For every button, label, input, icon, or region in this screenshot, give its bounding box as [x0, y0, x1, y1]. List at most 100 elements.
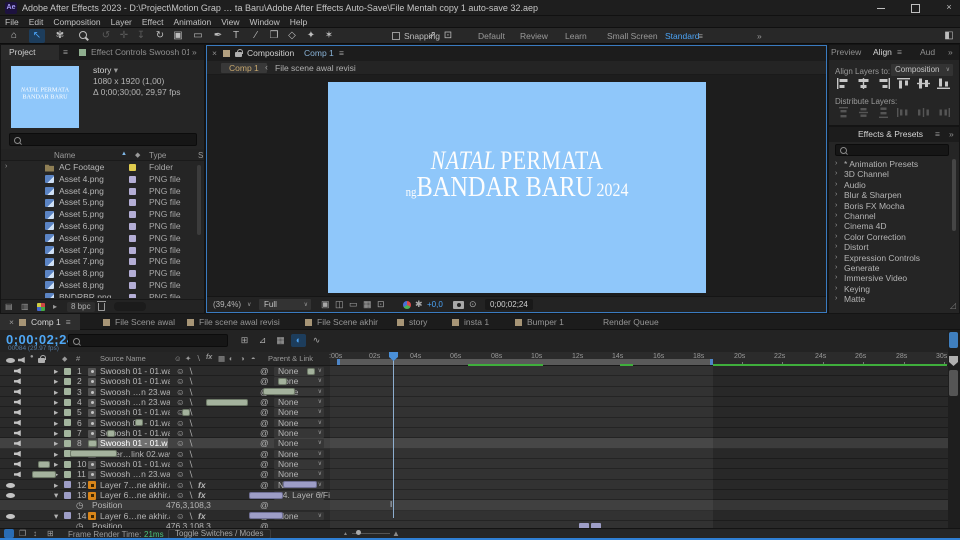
label-color-swatch[interactable]	[64, 429, 71, 437]
layer-duration-bar[interactable]	[70, 450, 117, 458]
property-row[interactable]: ◷ Position 476,3,108,3 @ I	[0, 521, 948, 528]
timeline-tab[interactable]: ×insta 1≡	[452, 314, 489, 330]
layer-row[interactable]: 6 Swoosh 01 - 01.wav ☺ ∖ fx @ None∨ ◷ @ …	[0, 417, 948, 429]
distribute-right-icon[interactable]	[937, 107, 952, 120]
effect-category-row[interactable]: › Keying	[829, 284, 951, 294]
effect-category-label[interactable]: Distort	[844, 242, 869, 252]
expand-icon[interactable]: ›	[835, 243, 837, 250]
property-value[interactable]: 476,3,108,3	[166, 500, 211, 510]
column-header-name[interactable]: Name	[54, 151, 75, 160]
layer-name[interactable]: Swoosh 01 - 01.wav	[100, 366, 170, 376]
project-file-row[interactable]: › Asset 6.png PNG file	[1, 221, 204, 233]
layer-duration-bar[interactable]	[38, 460, 50, 468]
label-color-swatch[interactable]	[129, 164, 136, 171]
layer-name[interactable]: Swoosh …n 23.wav	[100, 397, 170, 407]
distribute-top-icon[interactable]	[837, 107, 852, 120]
parent-select[interactable]: None∨	[274, 469, 324, 479]
effect-category-row[interactable]: › Boris FX Mocha	[829, 201, 951, 211]
audio-on-icon[interactable]	[14, 388, 21, 395]
project-file-row[interactable]: › Asset 4.png PNG file	[1, 174, 204, 186]
distribute-vertical-center-icon[interactable]	[857, 107, 872, 120]
workspace-tab[interactable]: Small Screen	[607, 31, 658, 41]
motion-blur-icon[interactable]: ◐	[291, 334, 306, 347]
effects-switch-icon[interactable]: fx	[198, 511, 206, 521]
effects-switch-icon[interactable]: fx	[198, 480, 206, 490]
timeline-tab[interactable]: ×story≡	[397, 314, 427, 330]
expand-chevron-icon[interactable]	[54, 480, 58, 490]
effect-category-row[interactable]: › 3D Channel	[829, 169, 951, 179]
workspace-tab[interactable]: Review	[520, 31, 548, 41]
panel-menu-icon[interactable]: ≡	[935, 129, 940, 139]
layer-duration-bar[interactable]	[88, 439, 97, 447]
parent-select[interactable]: None∨	[274, 449, 324, 459]
pick-whip-icon[interactable]: @	[260, 428, 269, 438]
composition-mini-icon[interactable]	[4, 529, 14, 538]
layer-name[interactable]: Swoosh 01 - 01.wav	[100, 407, 170, 417]
pick-whip-icon[interactable]: @	[260, 459, 269, 469]
transparency-grid-icon[interactable]: ▦	[363, 299, 372, 310]
layer-row[interactable]: 1 Swoosh 01 - 01.wav ☺ ∖ fx @ None∨ ◷ @ …	[0, 366, 948, 377]
layer-name[interactable]: Swoosh …n 23.wav	[100, 469, 170, 479]
align-center-vertical-icon[interactable]	[917, 78, 932, 91]
shy-switch-icon[interactable]: ☺	[176, 490, 185, 500]
project-file-row[interactable]: › Asset 5.png PNG file	[1, 197, 204, 209]
project-search-input[interactable]	[9, 133, 197, 146]
composition-viewer[interactable]: NATAL PERMATA ngBANDAR BARU 2024	[207, 75, 826, 297]
shy-switch-icon[interactable]: ☺	[176, 366, 185, 376]
effect-category-label[interactable]: Blur & Sharpen	[844, 190, 902, 200]
video-visibility-icon[interactable]	[6, 482, 15, 488]
draft-3d-icon[interactable]: ⊿	[255, 334, 270, 347]
motion-blur-column-icon[interactable]: ◐	[229, 354, 234, 363]
label-color-swatch[interactable]	[64, 512, 71, 520]
vertical-scrollbar-thumb[interactable]	[949, 332, 958, 348]
layer-row[interactable]: 7 Swoosh 01 - 01.wav ☺ ∖ fx @ None∨ ◷ @ …	[0, 428, 948, 439]
property-label[interactable]: Position	[92, 500, 122, 510]
file-name[interactable]: BNDRBR.png	[59, 292, 111, 298]
label-color-swatch[interactable]	[64, 460, 71, 468]
layer-duration-bar[interactable]	[263, 388, 295, 396]
label-column-icon[interactable]: ◆	[135, 151, 140, 159]
parent-select[interactable]: None∨	[274, 438, 324, 448]
shy-switch-icon[interactable]: ☺	[176, 469, 185, 479]
effect-category-row[interactable]: › Color Correction	[829, 232, 951, 242]
resolution-select[interactable]: Full ∨	[259, 299, 311, 310]
tab-preview[interactable]: Preview	[831, 47, 861, 57]
expand-icon[interactable]: ›	[835, 222, 837, 229]
effects-column-icon[interactable]: fx	[206, 354, 212, 361]
workspace-menu-icon[interactable]: ≡	[698, 31, 703, 41]
magnification-select[interactable]: (39,4%)	[213, 300, 241, 309]
panel-resize-grip[interactable]: ◿	[950, 301, 956, 310]
expand-icon[interactable]: ›	[835, 191, 837, 198]
layer-row[interactable]: 3 Swoosh …n 23.wav ☺ ∖ fx @ None∨ ◷ @ I	[0, 386, 948, 398]
layer-duration-bar[interactable]	[307, 367, 315, 375]
project-file-row[interactable]: › Asset 6.png PNG file	[1, 233, 204, 245]
layer-row[interactable]: 9 Glitter…link 02.wav ☺ ∖ fx @ None∨ ◷ @…	[0, 448, 948, 460]
distribute-left-icon[interactable]	[897, 107, 912, 120]
tab-composition[interactable]: Composition	[247, 48, 294, 58]
composition-name[interactable]: Comp 1	[304, 48, 334, 58]
effect-category-row[interactable]: › Distort	[829, 242, 951, 252]
expand-icon[interactable]: ›	[835, 295, 837, 302]
audio-on-icon[interactable]	[14, 471, 21, 478]
layer-row[interactable]: 14 Layer 6…ne akhir.ai ☺ ∖ fx @ None∨ ◷ …	[0, 510, 948, 528]
file-name[interactable]: AC Footage	[59, 162, 104, 172]
file-name[interactable]: Asset 6.png	[59, 233, 104, 243]
transfer-controls-icon[interactable]: ⊞	[47, 529, 54, 538]
menu-item[interactable]: View	[216, 16, 244, 28]
panel-menu-icon[interactable]: ≡	[897, 47, 902, 57]
audio-on-icon[interactable]	[14, 430, 21, 437]
tab-effects-presets[interactable]: Effects & Presets	[858, 129, 923, 139]
layer-name[interactable]: Layer 7…ne akhir.ai	[100, 480, 170, 490]
frame-blending-icon[interactable]: ▦	[273, 334, 288, 347]
item-caret-icon[interactable]: ▾	[114, 65, 118, 75]
quality-switch-icon[interactable]: ∖	[188, 428, 193, 438]
effect-category-label[interactable]: * Animation Presets	[844, 159, 918, 169]
layer-name[interactable]: Swoosh 01 - 01.wav	[100, 459, 170, 469]
expand-icon[interactable]: ›	[835, 274, 837, 281]
minimize-button[interactable]	[866, 0, 896, 16]
zoom-slider-knob[interactable]	[356, 530, 361, 535]
layer-duration-bar[interactable]	[107, 429, 115, 437]
expand-chevron-icon[interactable]	[54, 376, 58, 386]
exposure-gear-icon[interactable]: ✱	[415, 299, 423, 310]
tab-audio[interactable]: Aud	[920, 47, 935, 57]
